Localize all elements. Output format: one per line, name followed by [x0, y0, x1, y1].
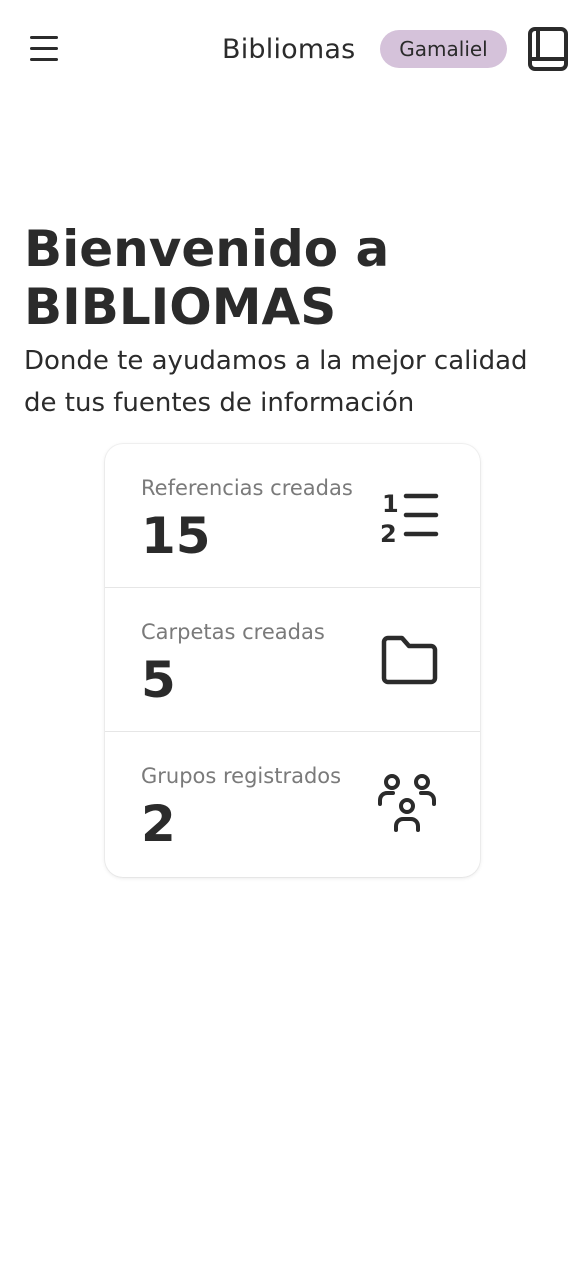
- user-badge[interactable]: Gamaliel: [380, 30, 507, 68]
- stats-card: Referencias creadas 15 1 2 Carpetas crea…: [105, 444, 480, 877]
- page-title: Bienvenido a BIBLIOMAS: [24, 220, 390, 336]
- svg-text:1: 1: [382, 490, 399, 518]
- svg-text:2: 2: [380, 520, 397, 548]
- folder-icon: [376, 628, 444, 692]
- page: Bibliomas Gamaliel Bienvenido a BIBLIOMA…: [0, 0, 585, 1266]
- app-brand[interactable]: Bibliomas: [222, 30, 355, 70]
- stat-references[interactable]: Referencias creadas 15 1 2: [105, 444, 480, 588]
- stat-value: 15: [141, 507, 211, 565]
- stat-value: 2: [141, 795, 176, 853]
- numbered-list-icon: 1 2: [376, 484, 444, 548]
- stat-groups[interactable]: Grupos registrados 2: [105, 732, 480, 876]
- page-subtitle: Donde te ayudamos a la mejor calidad de …: [24, 346, 528, 418]
- book-icon[interactable]: [526, 26, 570, 72]
- users-group-icon: [376, 772, 444, 836]
- stat-folders[interactable]: Carpetas creadas 5: [105, 588, 480, 732]
- stat-label: Referencias creadas: [141, 476, 353, 500]
- stat-label: Carpetas creadas: [141, 620, 325, 644]
- stat-label: Grupos registrados: [141, 764, 342, 788]
- hamburger-menu-icon[interactable]: [30, 32, 66, 64]
- stat-value: 5: [141, 651, 176, 709]
